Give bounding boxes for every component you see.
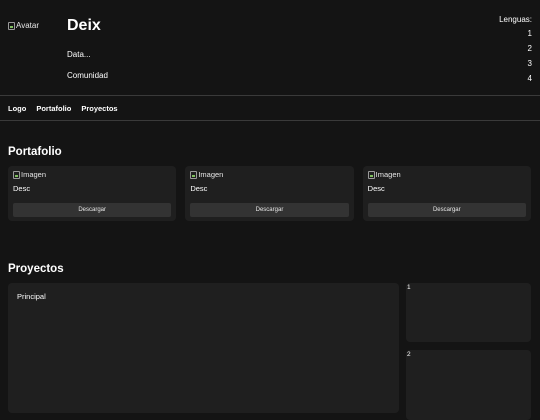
download-button[interactable]: Descargar [190, 203, 349, 217]
card-image: Imagen [367, 170, 401, 179]
languages-list: Lenguas: 1 2 3 4 [499, 15, 532, 90]
broken-image-icon [8, 21, 15, 30]
projects-heading: Proyectos [8, 263, 64, 275]
language-item: 1 [527, 29, 532, 38]
nav-logo[interactable]: Logo [8, 104, 26, 113]
profile-community: Comunidad [67, 71, 108, 80]
project-side-label: 1 [407, 284, 411, 291]
project-side-label: 2 [407, 351, 411, 358]
profile-name: Deix [67, 17, 101, 34]
broken-image-icon [13, 170, 20, 179]
language-item: 3 [527, 59, 532, 68]
profile-header: Avatar Deix Data... Comunidad Lenguas: 1… [0, 0, 540, 96]
nav-portfolio[interactable]: Portafolio [36, 104, 71, 113]
avatar-alt-text: Avatar [16, 21, 39, 30]
card-desc: Desc [367, 184, 385, 193]
portfolio-card: Imagen Desc Descargar [185, 166, 354, 221]
broken-image-icon [190, 170, 198, 179]
language-item: 4 [527, 74, 532, 83]
main-nav: Logo Portafolio Proyectos [0, 95, 540, 121]
language-item: 2 [527, 44, 532, 53]
portfolio-cards: Imagen Desc Descargar Imagen Desc Descar… [8, 166, 531, 221]
project-main-label: Principal [17, 292, 46, 301]
card-image-alt: Imagen [375, 170, 401, 179]
project-main-card[interactable]: Principal [8, 283, 399, 413]
project-side-card[interactable]: 2 [406, 350, 531, 420]
download-button[interactable]: Descargar [367, 203, 526, 217]
card-image: Imagen [13, 170, 46, 179]
card-image: Imagen [190, 170, 223, 179]
portfolio-card: Imagen Desc Descargar [8, 166, 177, 221]
card-desc: Desc [13, 184, 31, 193]
avatar: Avatar [8, 21, 39, 30]
download-button[interactable]: Descargar [13, 203, 172, 217]
nav-projects[interactable]: Proyectos [81, 104, 117, 113]
portfolio-heading: Portafolio [8, 146, 62, 158]
broken-image-icon [367, 170, 375, 179]
languages-title: Lenguas: [499, 15, 532, 24]
profile-data: Data... [67, 50, 91, 59]
card-image-alt: Imagen [198, 170, 224, 179]
card-image-alt: Imagen [21, 170, 47, 179]
portfolio-card: Imagen Desc Descargar [362, 166, 531, 221]
project-side-card[interactable]: 1 [406, 283, 531, 342]
card-desc: Desc [190, 184, 208, 193]
